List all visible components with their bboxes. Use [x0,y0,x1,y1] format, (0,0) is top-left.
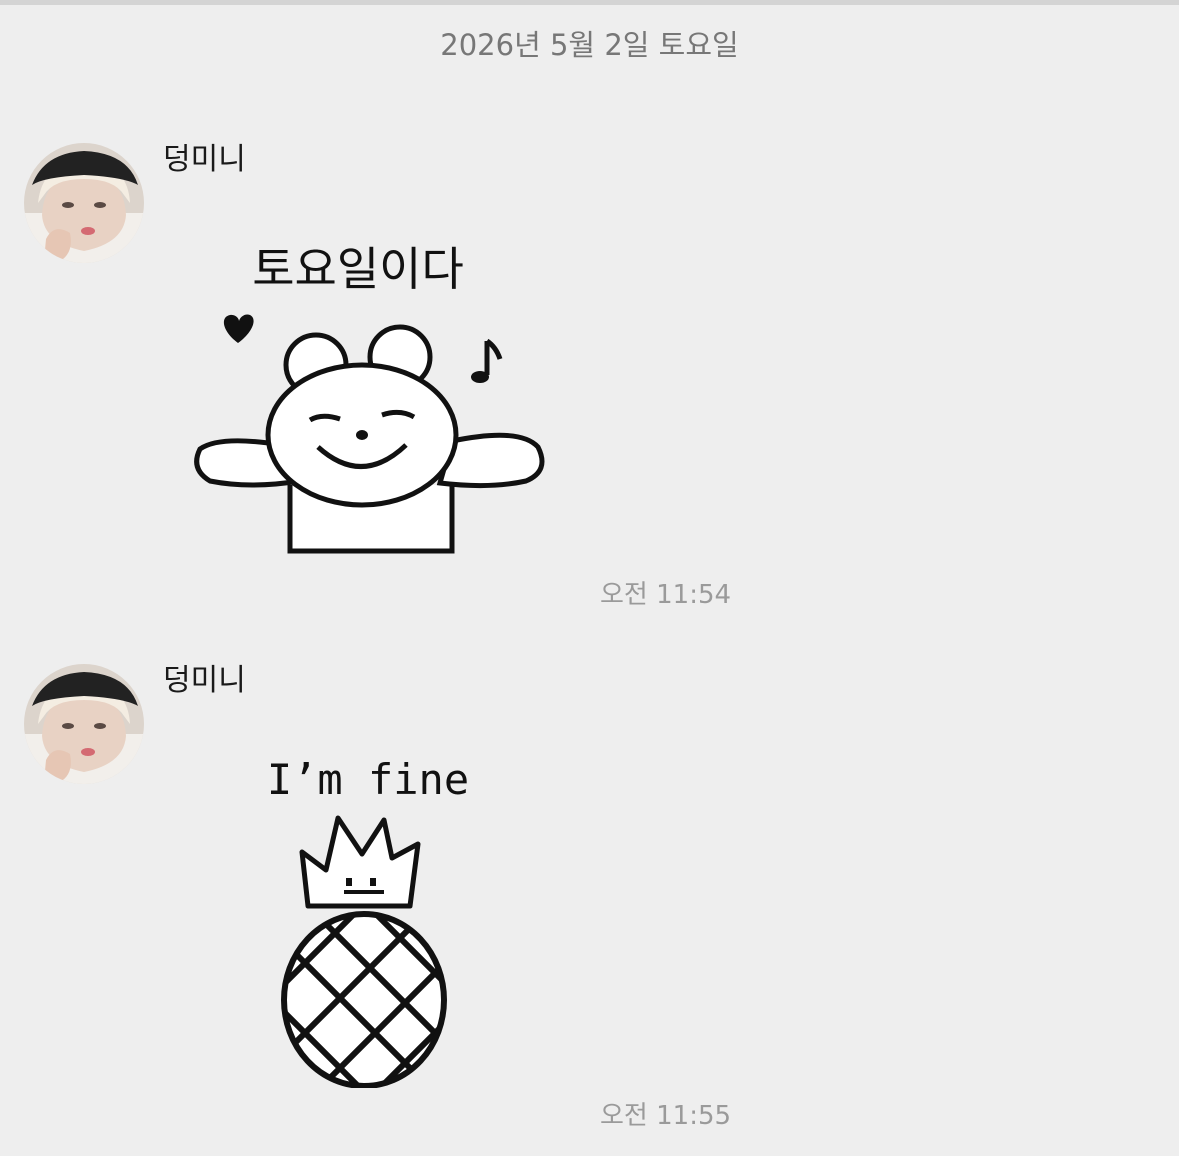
sender-name: 덩미니 [163,663,246,698]
date-header: 2026년 5월 2일 토요일 [440,28,739,62]
profile-photo-icon [24,143,144,263]
sender-name: 덩미니 [163,142,246,177]
message-timestamp: 오전 11:54 [600,580,732,610]
sticker-caption: 토요일이다 [252,242,464,296]
pineapple-sticker[interactable]: I’m fine [260,748,480,1088]
sticker-caption: I’m fine [267,755,469,804]
heart-icon [223,314,254,343]
music-note-icon [471,338,503,383]
avatar[interactable] [24,664,144,784]
profile-photo-icon [24,664,144,784]
pineapple-sticker-icon: I’m fine [267,755,469,1088]
top-divider [0,0,1179,5]
bear-sticker-icon: 토요일이다 [194,242,545,554]
message-timestamp: 오전 11:55 [600,1101,732,1131]
avatar[interactable] [24,143,144,263]
bear-sticker[interactable]: 토요일이다 [190,235,550,555]
